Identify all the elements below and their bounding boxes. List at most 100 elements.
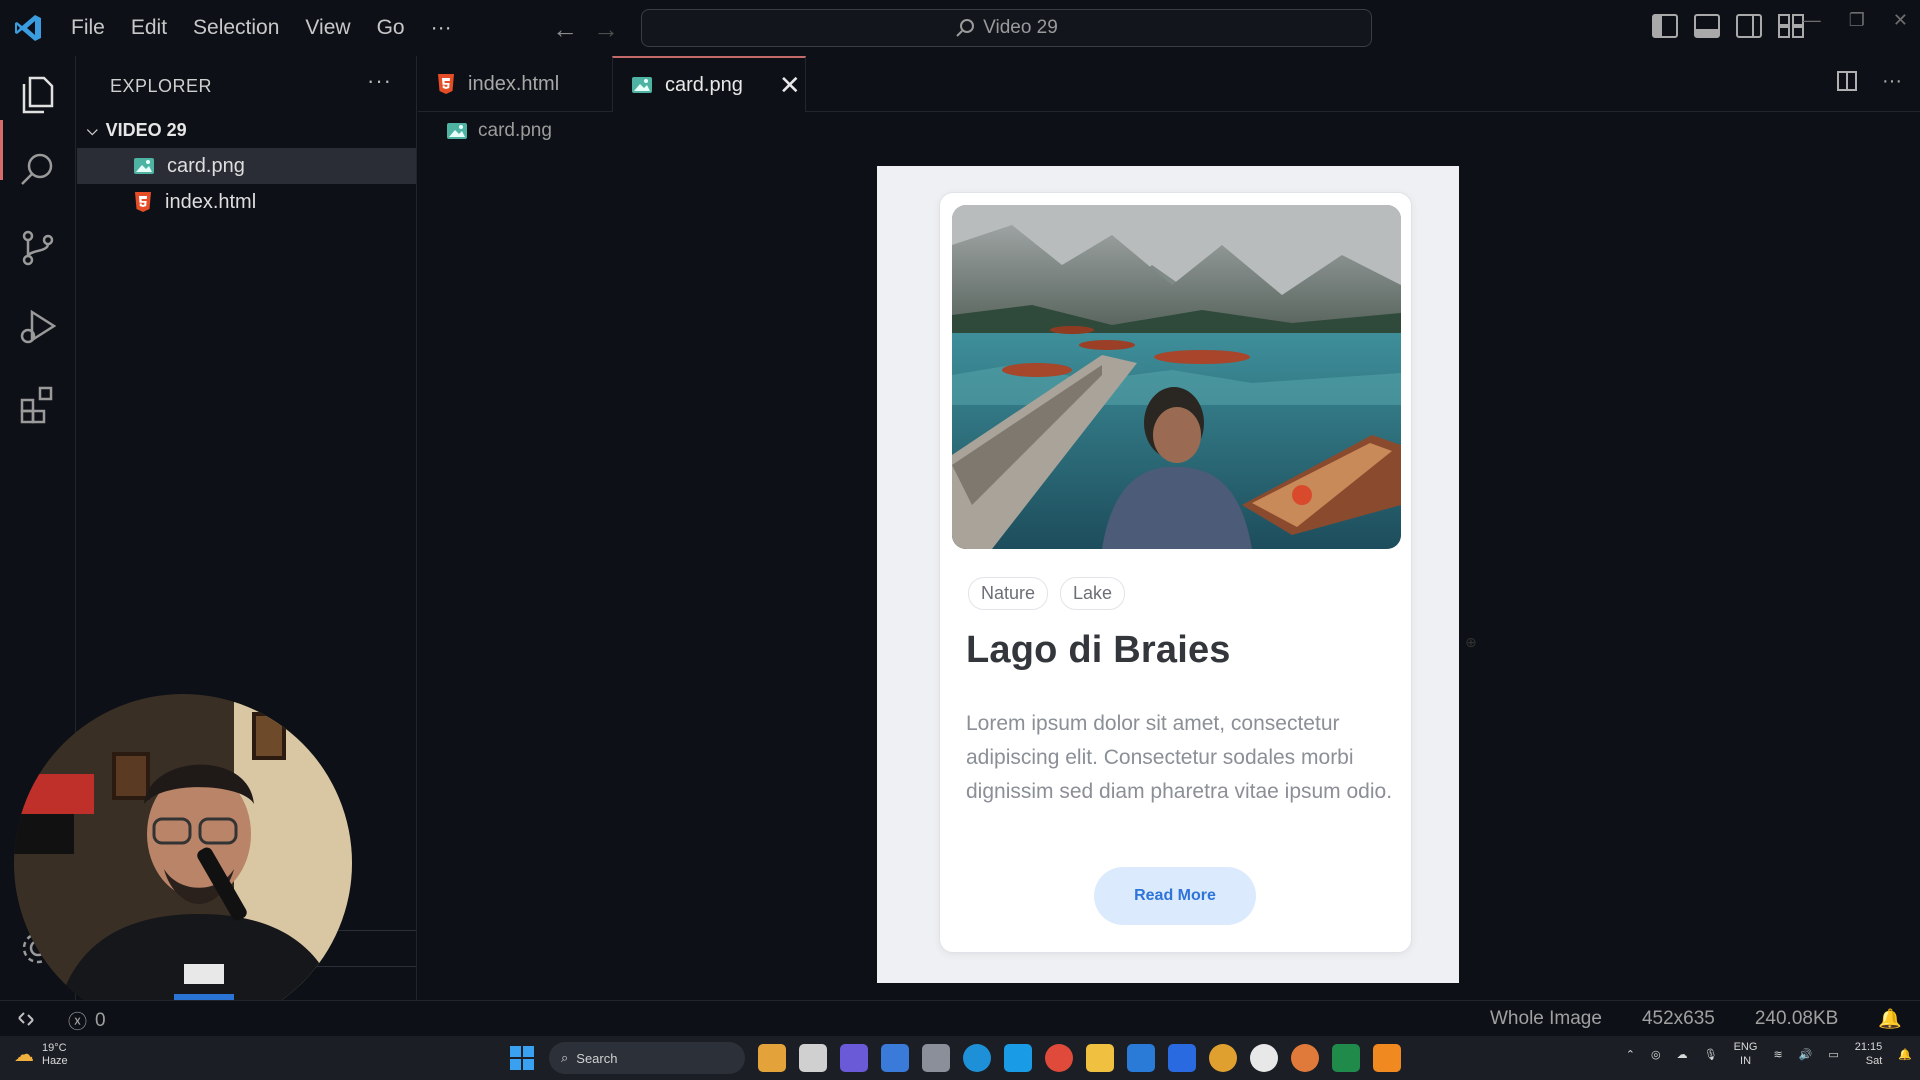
clock[interactable]: 21:15 Sat [1855, 1040, 1883, 1068]
vscode-taskbar-icon[interactable] [1127, 1044, 1155, 1072]
command-center-label: Video 29 [983, 17, 1058, 38]
tab-close-icon[interactable]: ✕ [779, 70, 801, 101]
tag-list: Nature Lake [968, 577, 1126, 610]
minimize-icon[interactable]: — [1803, 10, 1821, 31]
weather-icon: ☁ [14, 1043, 34, 1066]
zoom-mode[interactable]: Whole Image [1490, 1008, 1602, 1030]
chrome-browser-icon[interactable] [1045, 1044, 1073, 1072]
teams-app-icon[interactable] [840, 1044, 868, 1072]
command-center-search[interactable]: Video 29 [641, 9, 1372, 47]
tab-index-html[interactable]: index.html [418, 56, 612, 112]
restore-icon[interactable]: ❐ [1849, 10, 1865, 31]
problems-indicator[interactable]: ⓧ 0 [68, 1007, 106, 1034]
file-label: card.png [167, 154, 245, 177]
clock-day: Sat [1865, 1055, 1883, 1067]
skype-app-icon[interactable] [1004, 1044, 1032, 1072]
close-window-icon[interactable]: ✕ [1893, 10, 1908, 31]
obs-app-icon[interactable] [1250, 1044, 1278, 1072]
toggle-secondary-sidebar-icon[interactable] [1736, 14, 1762, 38]
breadcrumb-label: card.png [478, 120, 552, 141]
weather-widget[interactable]: ☁ 19°C Haze [14, 1042, 68, 1068]
chevron-up-icon[interactable]: ⌃ [1626, 1048, 1635, 1061]
file-item-card-png[interactable]: card.png [77, 148, 416, 184]
source-control-icon[interactable] [16, 226, 60, 270]
notification-center-icon[interactable]: 🔔 [1898, 1048, 1912, 1061]
search-icon [956, 19, 975, 37]
taskbar-search[interactable]: ⌕ Search [549, 1042, 745, 1074]
onedrive-tray-icon[interactable]: ☁ [1677, 1048, 1688, 1061]
problems-count: 0 [95, 1009, 106, 1031]
lake-photo [952, 205, 1401, 549]
title-bar: File Edit Selection View Go ··· ← → Vide… [0, 0, 1920, 56]
toggle-primary-sidebar-icon[interactable] [1652, 14, 1678, 38]
remote-indicator-icon[interactable] [0, 1001, 52, 1037]
system-tray: ⌃ ◎ ☁ 🎙 ENG IN ≋ 🔊 ▭ 21:15 Sat 🔔 [1626, 1040, 1912, 1068]
tag-nature: Nature [968, 577, 1049, 610]
chrome-profile-icon[interactable] [1209, 1044, 1237, 1072]
language-indicator[interactable]: ENG IN [1734, 1040, 1758, 1068]
image-file-icon [134, 158, 154, 174]
webcam-overlay [14, 694, 352, 1032]
toggle-panel-icon[interactable] [1694, 14, 1720, 38]
menu-selection[interactable]: Selection [180, 0, 292, 56]
image-preview[interactable]: Nature Lake Lago di Braies Lorem ipsum d… [877, 166, 1459, 983]
active-indicator [0, 120, 3, 180]
folder-label: VIDEO 29 [105, 120, 187, 140]
calendar-app-icon[interactable] [881, 1044, 909, 1072]
notifications-bell-icon[interactable]: 🔔 [1878, 1007, 1902, 1031]
edge-browser-icon[interactable] [963, 1044, 991, 1072]
wifi-icon[interactable]: ≋ [1773, 1048, 1782, 1061]
windows-start-icon[interactable] [508, 1044, 536, 1072]
windows-taskbar: ☁ 19°C Haze ⌕ Search ⌃ ◎ ☁ 🎙 ENG IN ≋ 🔊 … [0, 1036, 1920, 1080]
battery-icon[interactable]: ▭ [1828, 1048, 1838, 1061]
card-body: Lorem ipsum dolor sit amet, consectetur … [966, 712, 1393, 803]
menu-bar: File Edit Selection View Go ··· [58, 0, 465, 56]
settings-app-icon[interactable] [922, 1044, 950, 1072]
microphone-tray-icon[interactable]: 🎙 [1704, 1048, 1718, 1061]
file-item-index-html[interactable]: index.html [77, 184, 416, 220]
image-file-icon [447, 123, 467, 139]
menu-edit[interactable]: Edit [118, 0, 180, 56]
vscode-logo-icon[interactable] [12, 12, 44, 44]
split-editor-icon[interactable] [1836, 70, 1858, 92]
menu-file[interactable]: File [58, 0, 118, 56]
file-size: 240.08KB [1754, 1008, 1839, 1029]
menu-go[interactable]: Go [364, 0, 418, 56]
window-controls: — ❐ ✕ [1803, 10, 1908, 31]
editor-more-icon[interactable]: ··· [1882, 70, 1902, 93]
search-icon[interactable] [16, 148, 60, 192]
layout-controls [1652, 14, 1804, 38]
folder-video-29[interactable]: ⌵ VIDEO 29 [87, 120, 187, 141]
file-explorer-icon[interactable] [1086, 1044, 1114, 1072]
extensions-icon[interactable] [16, 382, 60, 426]
taskbar-apps: ⌕ Search [508, 1042, 1401, 1074]
card-title: Lago di Braies [966, 629, 1231, 671]
sidebar-more-icon[interactable]: ··· [367, 68, 392, 94]
tab-card-png[interactable]: card.png ✕ [612, 56, 806, 112]
back-arrow-icon[interactable]: ← [552, 14, 578, 45]
widgets-app-icon[interactable] [758, 1044, 786, 1072]
chrome-canary-icon[interactable] [1291, 1044, 1319, 1072]
menu-view[interactable]: View [292, 0, 363, 56]
weather-temp: 19°C [42, 1042, 67, 1054]
breadcrumb[interactable]: card.png [446, 120, 552, 142]
customize-layout-icon[interactable] [1778, 14, 1804, 38]
forward-arrow-icon[interactable]: → [593, 14, 619, 45]
excel-app-icon[interactable] [1332, 1044, 1360, 1072]
tab-label: index.html [468, 72, 560, 95]
tab-label: card.png [665, 73, 743, 96]
menu-more[interactable]: ··· [418, 0, 465, 56]
file-label: index.html [165, 190, 257, 213]
todo-app-icon[interactable] [1168, 1044, 1196, 1072]
html5-icon [438, 74, 454, 94]
volume-icon[interactable]: 🔊 [1799, 1048, 1813, 1061]
network-tray-icon[interactable]: ◎ [1651, 1048, 1661, 1061]
task-view-icon[interactable] [799, 1044, 827, 1072]
chevron-down-icon: ⌵ [87, 122, 98, 138]
vlc-app-icon[interactable] [1373, 1044, 1401, 1072]
lang-top: ENG [1733, 1041, 1758, 1053]
explorer-files-icon[interactable] [16, 72, 60, 116]
run-debug-icon[interactable] [16, 304, 60, 348]
html5-icon [135, 192, 151, 212]
clock-time: 21:15 [1854, 1041, 1883, 1053]
